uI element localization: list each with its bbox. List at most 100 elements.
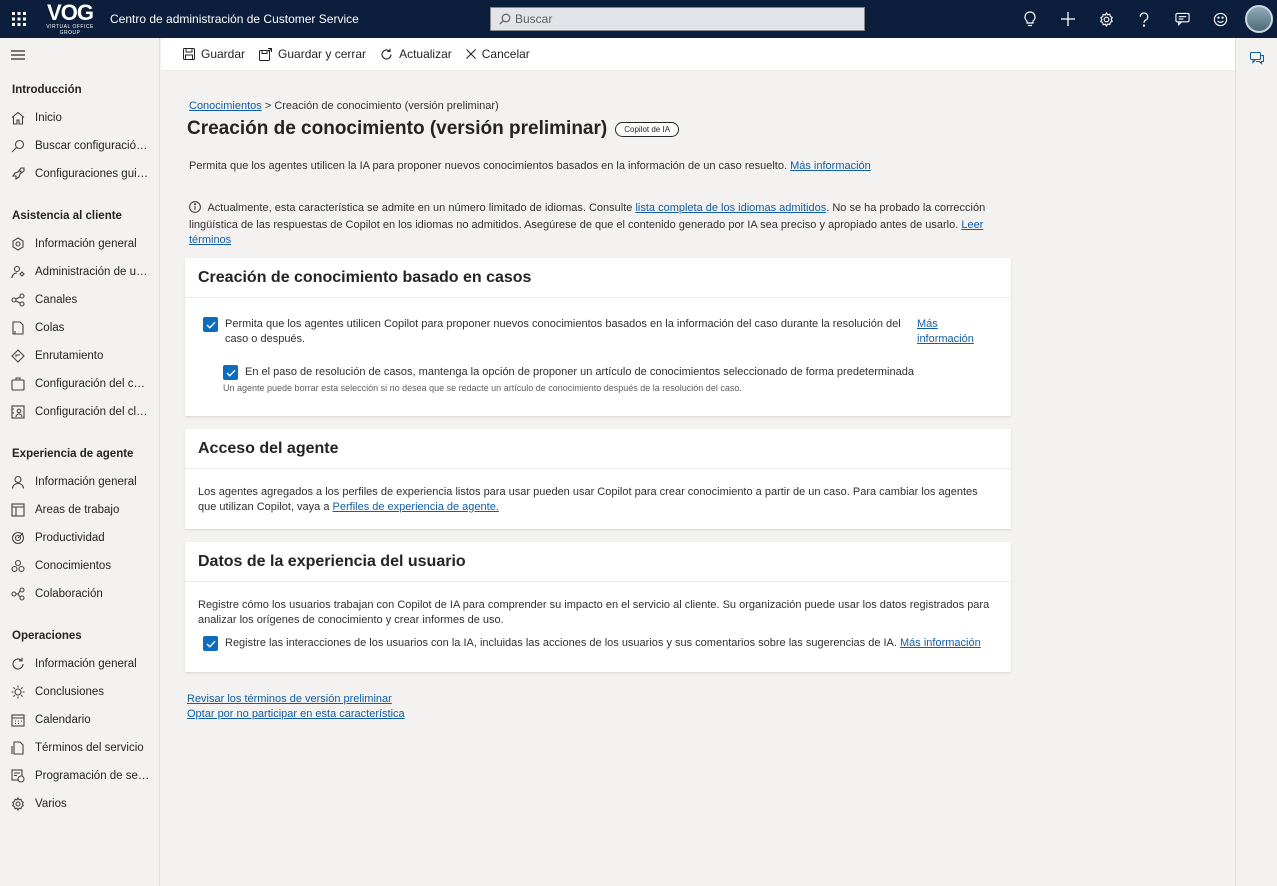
command-bar: Guardar Guardar y cerrar Actualizar Canc… xyxy=(161,38,1235,71)
hamburger-icon[interactable] xyxy=(0,38,159,72)
conversation-icon[interactable] xyxy=(1236,38,1277,78)
sidebar-item[interactable]: Buscar configuración… xyxy=(0,132,159,160)
sidebar-item[interactable]: Productividad xyxy=(0,524,159,552)
save-close-icon xyxy=(259,47,273,61)
sidebar-item[interactable]: Programación de servicios xyxy=(0,762,159,790)
search-icon xyxy=(11,139,25,153)
sidebar-item-label: Calendario xyxy=(35,714,91,726)
save-label: Guardar xyxy=(201,47,246,61)
sidebar-groups: Introducción Inicio Buscar configuración… C… xyxy=(0,76,159,818)
agent-access-text: Los agentes agregados a los perfiles de … xyxy=(198,486,978,513)
sidebar-item-label: Términos del servicio xyxy=(35,742,144,754)
help-icon[interactable] xyxy=(1125,0,1163,38)
company-logo: VOG VIRTUAL OFFICE GROUP xyxy=(38,0,102,38)
save-and-close-label: Guardar y cerrar xyxy=(278,47,367,61)
page-title: Creación de conocimiento (versión prelim… xyxy=(187,118,680,140)
sidebar-item-label: Inicio xyxy=(35,112,62,124)
sidebar-item-label: Configuración del caso xyxy=(35,378,150,390)
save-and-close-button[interactable]: Guardar y cerrar xyxy=(259,47,366,61)
allow-copilot-checkbox[interactable] xyxy=(203,317,218,332)
sidebar-item[interactable]: Calendario xyxy=(0,706,159,734)
sidebar-item[interactable]: Configuración del cliente xyxy=(0,398,159,426)
sidebar-item[interactable]: Conclusiones xyxy=(0,678,159,706)
app-launcher-icon[interactable] xyxy=(0,0,38,38)
users-icon xyxy=(11,265,25,279)
sidebar-item[interactable]: Información general xyxy=(0,468,159,496)
avatar[interactable] xyxy=(1245,5,1273,33)
queue-icon xyxy=(11,321,25,335)
top-bar: VOG VIRTUAL OFFICE GROUP Centro de admin… xyxy=(0,0,1277,38)
sidebar-item-label: Conclusiones xyxy=(35,686,105,698)
breadcrumb-link-knowledge[interactable]: Conocimientos xyxy=(189,100,262,112)
footer-links: Revisar los términos de versión prelimin… xyxy=(187,692,405,722)
sidebar-item-label: Productividad xyxy=(35,532,105,544)
opt-out-link[interactable]: Optar por no participar en esta caracter… xyxy=(187,707,405,722)
sidebar-item[interactable]: Administración de usuarios xyxy=(0,258,159,286)
breadcrumb-current: Creación de conocimiento (versión prelim… xyxy=(274,100,499,112)
sidebar: Introducción Inicio Buscar configuración… C… xyxy=(0,38,160,886)
routing-icon xyxy=(11,349,25,363)
language-notice: Actualmente, esta característica se admi… xyxy=(189,201,1004,248)
case-knowledge-card: Creación de conocimiento basado en casos… xyxy=(185,258,1011,416)
sidebar-item[interactable]: Información general xyxy=(0,650,159,678)
refresh-icon xyxy=(381,48,392,59)
refresh-label: Actualizar xyxy=(399,47,452,61)
sidebar-item[interactable]: Términos del servicio xyxy=(0,734,159,762)
calendar-icon xyxy=(11,713,25,727)
supported-languages-link[interactable]: lista completa de los idiomas admitidos xyxy=(635,202,826,214)
sidebar-item-label: Varios xyxy=(35,798,67,810)
sidebar-item[interactable]: Colaboración xyxy=(0,580,159,608)
sidebar-group-title: Asistencia al cliente xyxy=(12,210,122,222)
sidebar-item[interactable]: Enrutamiento xyxy=(0,342,159,370)
sidebar-item[interactable]: Conocimientos xyxy=(0,552,159,580)
chat-icon[interactable] xyxy=(1163,0,1201,38)
gear-icon[interactable] xyxy=(1087,0,1125,38)
card1-more-info-link[interactable]: Más información xyxy=(917,317,987,347)
refresh-button[interactable]: Actualizar xyxy=(380,47,452,61)
log-interactions-checkbox[interactable] xyxy=(203,636,218,651)
description-text: Permita que los agentes utilicen la IA p… xyxy=(189,160,788,172)
sidebar-item-label: Buscar configuración… xyxy=(35,140,150,152)
sidebar-item[interactable]: Varios xyxy=(0,790,159,818)
user-experience-data-card: Datos de la experiencia del usuario Regi… xyxy=(185,542,1011,672)
collaboration-icon xyxy=(11,587,25,601)
checkmark-icon xyxy=(206,640,216,648)
sidebar-item[interactable]: Colas xyxy=(0,314,159,342)
app-title[interactable]: Centro de administración de Customer Ser… xyxy=(110,12,359,26)
top-icons xyxy=(1011,0,1277,38)
agent-profiles-link[interactable]: Perfiles de experiencia de agente. xyxy=(333,501,499,513)
knowledge-icon xyxy=(11,559,25,573)
keep-option-checkbox-row: En el paso de resolución de casos, mante… xyxy=(223,365,998,380)
cancel-button[interactable]: Cancelar xyxy=(465,47,530,61)
card3-more-info-link[interactable]: Más información xyxy=(900,636,981,651)
smiley-icon[interactable] xyxy=(1201,0,1239,38)
logo-subtitle: VIRTUAL OFFICE GROUP xyxy=(46,24,94,36)
sidebar-item-label: Administración de usuarios xyxy=(35,266,150,278)
sidebar-item[interactable]: Información general xyxy=(0,230,159,258)
sidebar-group-title: Operaciones xyxy=(12,630,82,642)
allow-copilot-checkbox-row: Permita que los agentes utilicen Copilot… xyxy=(198,317,998,347)
log-interactions-text: Registre las interacciones de los usuari… xyxy=(225,637,897,649)
case-icon xyxy=(11,377,25,391)
sidebar-item[interactable]: Áreas de trabajo xyxy=(0,496,159,524)
sidebar-item[interactable]: Configuración del caso xyxy=(0,370,159,398)
lightbulb-icon[interactable] xyxy=(1011,0,1049,38)
sidebar-item[interactable]: Configuraciones guiadas xyxy=(0,160,159,188)
search-icon xyxy=(499,13,511,25)
channels-icon xyxy=(11,293,25,307)
sidebar-item[interactable]: Canales xyxy=(0,286,159,314)
sidebar-group-title: Introducción xyxy=(12,84,82,96)
sidebar-item[interactable]: Inicio xyxy=(0,104,159,132)
keep-option-checkbox[interactable] xyxy=(223,365,238,380)
info-icon xyxy=(189,201,201,218)
save-button[interactable]: Guardar xyxy=(183,47,245,61)
sidebar-item-label: Configuraciones guiadas xyxy=(35,168,150,180)
more-info-link[interactable]: Más información xyxy=(790,160,871,172)
person-icon xyxy=(11,475,25,489)
search-input[interactable]: Buscar xyxy=(490,7,865,31)
plus-icon[interactable] xyxy=(1049,0,1087,38)
sidebar-group-title: Experiencia de agente xyxy=(12,448,134,460)
insights-icon xyxy=(11,685,25,699)
review-preview-terms-link[interactable]: Revisar los términos de versión prelimin… xyxy=(187,692,405,707)
allow-copilot-text: Permita que los agentes utilicen Copilot… xyxy=(225,318,901,345)
